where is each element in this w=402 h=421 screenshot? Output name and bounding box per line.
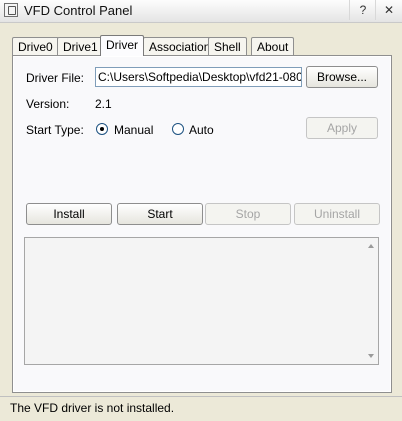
tab-drive0[interactable]: Drive0 xyxy=(12,37,59,55)
auto-radio[interactable] xyxy=(172,123,184,135)
status-text: The VFD driver is not installed. xyxy=(10,401,175,415)
window-title: VFD Control Panel xyxy=(24,3,133,18)
close-button[interactable]: ✕ xyxy=(375,0,402,20)
tab-shell[interactable]: Shell xyxy=(208,37,247,55)
start-type-label: Start Type: xyxy=(26,123,84,137)
apply-button[interactable]: Apply xyxy=(306,117,378,139)
driver-file-field[interactable]: C:\Users\Softpedia\Desktop\vfd21-080206 xyxy=(95,67,302,87)
version-label: Version: xyxy=(26,97,70,111)
status-bar: The VFD driver is not installed. xyxy=(0,396,402,421)
version-value: 2.1 xyxy=(95,97,112,111)
help-button[interactable]: ? xyxy=(349,0,376,20)
tab-association[interactable]: Association xyxy=(143,37,217,55)
tab-driver[interactable]: Driver xyxy=(100,35,144,56)
auto-radio-label[interactable]: Auto xyxy=(189,123,214,137)
log-output-box[interactable] xyxy=(24,237,379,365)
scroll-up-arrow-icon[interactable] xyxy=(368,244,374,248)
tab-about[interactable]: About xyxy=(251,37,295,55)
browse-button[interactable]: Browse... xyxy=(306,66,378,88)
scroll-down-arrow-icon[interactable] xyxy=(368,354,374,358)
start-button[interactable]: Start xyxy=(117,203,203,225)
manual-radio-label[interactable]: Manual xyxy=(114,123,153,137)
tab-drive1[interactable]: Drive1 xyxy=(57,37,104,55)
manual-radio[interactable] xyxy=(96,123,108,135)
floppy-disk-icon xyxy=(4,3,18,17)
install-button[interactable]: Install xyxy=(26,203,112,225)
stop-button[interactable]: Stop xyxy=(205,203,291,225)
driver-file-label: Driver File: xyxy=(26,71,85,85)
vfd-control-panel-window: VFD Control Panel ? ✕ Drive0 Drive1 Driv… xyxy=(0,0,402,421)
uninstall-button[interactable]: Uninstall xyxy=(294,203,380,225)
title-bar[interactable]: VFD Control Panel ? ✕ xyxy=(0,0,402,23)
